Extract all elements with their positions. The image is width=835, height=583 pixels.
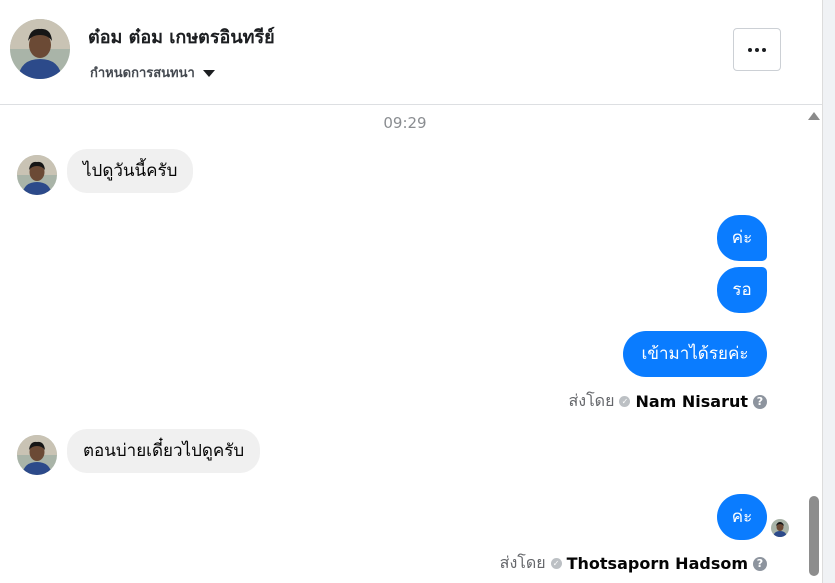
more-options-button[interactable] [733, 28, 781, 71]
seen-avatar [771, 519, 789, 537]
conversation-schedule-dropdown[interactable]: กำหนดการสนทนา [90, 62, 215, 83]
sent-by-info: ส่งโดย ✓ Thotsaporn Hadsom ? [500, 551, 767, 576]
sent-by-label: ส่งโดย [568, 391, 615, 410]
more-options-icon [748, 47, 766, 52]
message-bubble-incoming[interactable]: ตอนบ่ายเดี๋ยวไปดูครับ [67, 429, 261, 473]
conversation-header: ต๋อม ต๋อม เกษตรอินทรีย์ กำหนดการสนทนา [0, 0, 822, 105]
help-icon[interactable]: ? [753, 556, 767, 571]
message-bubble-outgoing[interactable]: เข้ามาได้รยค่ะ [623, 331, 767, 377]
message-bubble-incoming[interactable]: ไปดูวันนี้ครับ [67, 149, 194, 193]
contact-name: ต๋อม ต๋อม เกษตรอินทรีย์ [88, 27, 275, 48]
conversation-schedule-label: กำหนดการสนทนา [90, 66, 195, 81]
check-icon: ✓ [550, 558, 562, 569]
sent-by-name[interactable]: Nam Nisarut [635, 392, 748, 411]
check-icon: ✓ [619, 396, 631, 407]
message-bubble-outgoing[interactable]: รอ [717, 267, 767, 313]
help-icon[interactable]: ? [753, 394, 767, 409]
message-timestamp: 09:29 [383, 114, 427, 132]
window-edge [822, 0, 835, 583]
message-bubble-outgoing[interactable]: ค่ะ [717, 494, 767, 540]
message-bubble-outgoing[interactable]: ค่ะ [717, 215, 767, 261]
scroll-up-arrow-icon[interactable] [808, 112, 820, 120]
caret-down-icon [202, 70, 215, 77]
contact-avatar[interactable] [10, 19, 70, 79]
sent-by-label: ส่งโดย [499, 553, 546, 572]
sender-avatar[interactable] [17, 435, 57, 475]
sent-by-info: ส่งโดย ✓ Nam Nisarut ? [568, 389, 767, 414]
scrollbar-thumb[interactable] [809, 496, 819, 576]
sender-avatar[interactable] [17, 155, 57, 195]
sent-by-name[interactable]: Thotsaporn Hadsom [567, 554, 748, 573]
